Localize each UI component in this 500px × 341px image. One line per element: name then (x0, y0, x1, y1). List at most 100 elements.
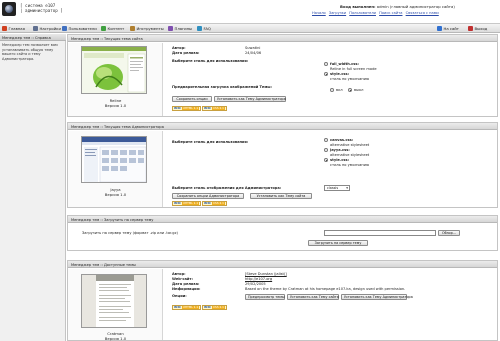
style-file-name: style.css: (330, 158, 350, 162)
preload-off-label: выкл (354, 88, 364, 92)
style-radio-style[interactable] (324, 158, 328, 162)
cratman-preview-image (81, 274, 147, 328)
jayya-preview-image (81, 136, 147, 183)
set-site-theme-button[interactable]: Установить как Тему сайта (287, 294, 339, 300)
nav-label: Выход (474, 26, 488, 31)
admin-layout-label: Выберите стиль отображения для Администр… (172, 186, 282, 190)
admin-layout-select[interactable]: classis (324, 185, 350, 191)
home-icon (2, 26, 7, 31)
nav-item-faq[interactable]: FAQ (197, 26, 211, 32)
style-radio-jayya[interactable] (324, 148, 328, 152)
release-date-label: Дата релиза: (172, 282, 200, 286)
author-label: Автор: (172, 46, 186, 50)
style-description: Reline in full screen mode (330, 67, 377, 71)
link-home[interactable]: Начало (312, 11, 326, 15)
preload-on-label: вкл (336, 88, 343, 92)
upload-theme-button[interactable]: Загрузить на сервер тему (308, 240, 368, 246)
style-description: alternative stylesheet (330, 143, 370, 147)
link-contact[interactable]: Связаться с нами (406, 11, 439, 15)
logo-line-2: | администратор ] (20, 8, 63, 13)
css-valid-badge[interactable]: W3C CSS 2.1 (202, 305, 227, 310)
sidebar-help-text: Менеджер тем позволяет вам устанавливать… (2, 43, 58, 61)
sidebar-title: Менеджер тем :: Справка (0, 34, 66, 41)
release-date-label: Дата релиза: (172, 51, 200, 55)
nav-item-settings[interactable]: Настройки (33, 26, 61, 32)
link-search[interactable]: Поиск сайта (379, 11, 402, 15)
admin-nav-bar: Главная Настройки Пользователи Контент И… (0, 24, 500, 33)
faq-icon (197, 26, 202, 31)
nav-item-logout[interactable]: Выход (468, 26, 487, 32)
xhtml-valid-badge[interactable]: W3C XHTML 1.1 (172, 106, 202, 111)
upload-theme-panel: Менеджер тем :: Загрузить на сервер тему… (67, 215, 498, 251)
theme-version: Версия 1.0 (104, 336, 127, 341)
tools-icon (130, 26, 135, 31)
available-themes-panel: Менеджер тем :: Доступные темы Cratman В… (67, 260, 498, 341)
users-icon (62, 26, 67, 31)
header-links: Начало Загрузки Пользователи Поиск сайта… (312, 11, 441, 15)
theme-version: Версия 1.0 (104, 103, 127, 108)
panel-title: Менеджер тем :: Загрузить на сервер тему (68, 216, 497, 223)
style-file-name: style.css: (330, 72, 350, 76)
link-users[interactable]: Пользователи (349, 11, 376, 15)
upload-file-input[interactable] (324, 230, 436, 236)
save-options-button[interactable]: Сохранить опции (172, 96, 212, 102)
panel-title: Менеджер тем :: Текущая тема сайта (68, 35, 497, 42)
admin-theme-panel: Менеджер тем :: Текущая тема Администрат… (67, 122, 498, 208)
nav-item-main[interactable]: Главная (2, 26, 25, 32)
preload-on-radio[interactable] (330, 88, 334, 92)
header: [ система e107 | администратор ] Вход вы… (0, 0, 500, 24)
style-radio-style[interactable] (324, 72, 328, 76)
style-radio-canvas[interactable] (324, 138, 328, 142)
release-date-value: 29/02/2005 (245, 282, 266, 286)
theme-version: Версия 1.0 (104, 192, 127, 197)
preload-images-label: Предварительная загрузка изображений Тем… (172, 85, 272, 89)
settings-icon (33, 26, 38, 31)
save-admin-options-button[interactable]: Сохранить опции Администратора (172, 193, 244, 199)
css-valid-badge[interactable]: W3C CSS 2.1 (202, 106, 227, 111)
logged-in-user: admin (главный администратор сайта) (376, 4, 455, 9)
set-site-theme-button[interactable]: Установить как Тему сайта (250, 193, 312, 199)
upload-label: Загрузить на сервер тему (формат .zip ил… (82, 231, 178, 235)
website-link[interactable]: http://e107.org (245, 277, 272, 281)
style-select-label: Выберите стиль для использования: (172, 59, 249, 63)
set-admin-theme-button[interactable]: Установить как Тему Администратора (214, 96, 286, 102)
website-label: Web-сайт: (172, 277, 193, 281)
jayya-preview-art (82, 137, 146, 182)
set-admin-theme-button[interactable]: Установить как Тему Администратора (341, 294, 413, 300)
site-theme-panel: Менеджер тем :: Текущая тема сайта Relin… (67, 34, 498, 117)
nav-item-plugins[interactable]: Плагины (168, 26, 192, 32)
browse-button[interactable]: Обзор... (438, 230, 460, 236)
content-icon (101, 26, 106, 31)
logo-text: [ система e107 | администратор ] (20, 3, 63, 13)
e107-logo-icon (2, 2, 16, 16)
info-label: Информация: (172, 287, 201, 291)
nav-label: Главная (8, 26, 25, 31)
xhtml-valid-badge[interactable]: W3C XHTML 1.1 (172, 201, 202, 206)
author-link[interactable]: [Steve Dunstan (jalist)] (245, 272, 287, 276)
nav-item-tools[interactable]: Инструменты (130, 26, 164, 32)
style-select-label: Выберите стиль для использования: (172, 140, 249, 144)
logged-in-status: Вход выполнен: admin (главный администра… (340, 4, 455, 9)
style-description: стиль по умолчанию (330, 77, 370, 81)
author-value: Suwatini (245, 46, 261, 50)
nav-item-to-site[interactable]: На сайт (437, 26, 459, 32)
info-value: Based on the theme by Cratman at his hom… (245, 287, 406, 291)
style-radio-full-width[interactable] (324, 62, 328, 66)
nav-item-content[interactable]: Контент (101, 26, 124, 32)
link-downloads[interactable]: Загрузки (329, 11, 346, 15)
release-date-value: 24/04/06 (245, 51, 262, 55)
options-label: Опции: (172, 294, 187, 298)
preview-theme-button[interactable]: Предпросмотр темы (245, 294, 285, 300)
css-valid-badge[interactable]: W3C CSS 2.1 (202, 201, 227, 206)
style-file-name: canvas.css: (330, 138, 354, 142)
nav-label: FAQ (203, 26, 211, 31)
panel-title: Менеджер тем :: Текущая тема Администрат… (68, 123, 497, 130)
nav-label: Настройки (39, 26, 61, 31)
reline-preview-art (82, 47, 146, 93)
help-sidebar: Менеджер тем :: Справка Менеджер тем поз… (0, 34, 66, 341)
style-file-name: jayya.css: (330, 148, 350, 152)
preload-off-radio[interactable] (348, 88, 352, 92)
xhtml-valid-badge[interactable]: W3C XHTML 1.1 (172, 305, 202, 310)
author-label: Автор: (172, 272, 186, 276)
nav-item-users[interactable]: Пользователи (62, 26, 97, 32)
